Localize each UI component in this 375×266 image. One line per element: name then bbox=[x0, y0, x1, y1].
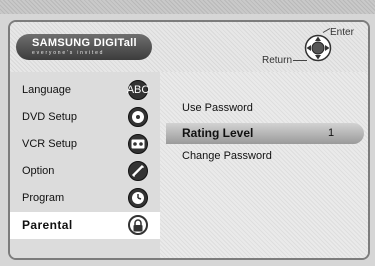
menu-item-label: Program bbox=[22, 192, 65, 204]
option-rating-level[interactable]: Rating Level 1 bbox=[160, 123, 368, 145]
option-change-password[interactable]: Change Password bbox=[160, 146, 368, 168]
menu-item-label: Option bbox=[22, 165, 55, 177]
option-use-password[interactable]: Use Password bbox=[160, 98, 368, 120]
enter-hint: Enter bbox=[330, 27, 354, 38]
menu-header: SAMSUNG DIGITall everyone's invited Ente… bbox=[10, 22, 368, 72]
lock-icon bbox=[128, 215, 148, 235]
joystick-icon bbox=[304, 34, 332, 62]
option-label: Change Password bbox=[182, 150, 272, 162]
menu-item-vcr-setup[interactable]: VCR Setup bbox=[10, 131, 160, 158]
menu-item-dvd-setup[interactable]: DVD Setup bbox=[10, 104, 160, 131]
parental-options-panel: Use Password Rating Level 1 Change Passw… bbox=[160, 72, 368, 258]
setup-menu-window: SAMSUNG DIGITall everyone's invited Ente… bbox=[8, 20, 370, 260]
main-menu: Language ABC DVD Setup VCR Setup Option bbox=[10, 72, 160, 258]
menu-item-parental[interactable]: Parental bbox=[10, 212, 160, 239]
menu-item-label: DVD Setup bbox=[22, 111, 78, 123]
program-icon bbox=[128, 188, 148, 208]
tv-screen: SAMSUNG DIGITall everyone's invited Ente… bbox=[0, 0, 375, 266]
menu-item-label: Language bbox=[22, 84, 71, 96]
option-label: Use Password bbox=[182, 102, 253, 114]
rating-level-value: 1 bbox=[328, 127, 335, 139]
menu-item-label: VCR Setup bbox=[22, 138, 78, 150]
menu-item-language[interactable]: Language ABC bbox=[10, 77, 160, 104]
logo-brand: SAMSUNG DIGITall bbox=[32, 37, 137, 49]
menu-item-program[interactable]: Program bbox=[10, 185, 160, 212]
disc-icon bbox=[128, 107, 148, 127]
samsung-logo: SAMSUNG DIGITall everyone's invited bbox=[16, 34, 152, 60]
menu-item-label: Parental bbox=[22, 218, 73, 232]
top-border bbox=[0, 0, 375, 14]
option-label: Rating Level bbox=[182, 126, 254, 140]
menu-item-option[interactable]: Option bbox=[10, 158, 160, 185]
tape-icon bbox=[128, 134, 148, 154]
logo-tagline: everyone's invited bbox=[32, 50, 105, 56]
option-icon bbox=[128, 161, 148, 181]
language-icon: ABC bbox=[127, 80, 149, 100]
return-hint: Return bbox=[262, 55, 293, 66]
